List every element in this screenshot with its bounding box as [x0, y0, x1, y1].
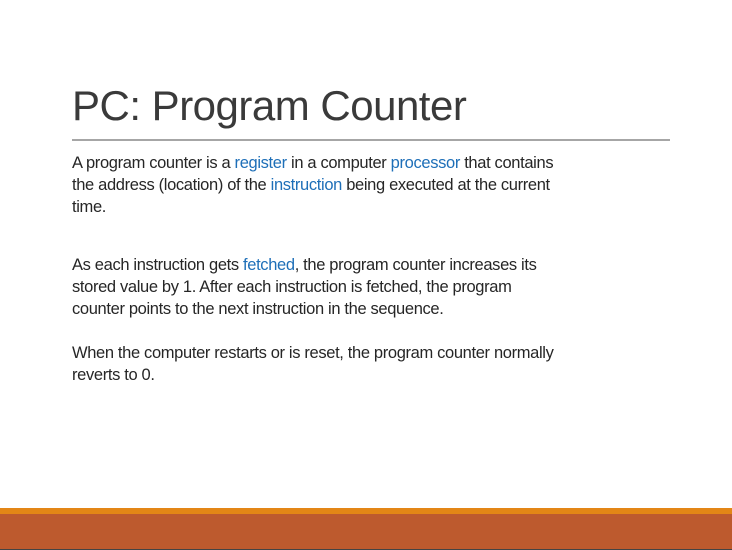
text-line: A program counter is a register in a com…	[72, 152, 554, 174]
link-fetched[interactable]: fetched	[243, 256, 295, 274]
text-segment: When the computer restarts or is reset, …	[72, 344, 554, 362]
text-line: reverts to 0.	[72, 364, 554, 386]
footer-band	[0, 514, 732, 549]
slide-title: PC: Program Counter	[72, 82, 467, 129]
text-segment: the address (location) of the	[72, 176, 271, 194]
text-line: stored value by 1. After each instructio…	[72, 276, 537, 298]
text-segment: in a computer	[286, 154, 391, 172]
text-segment: time.	[72, 198, 107, 216]
text-segment: counter points to the next instruction i…	[72, 300, 444, 318]
text-segment: As each instruction gets	[72, 256, 244, 274]
text-segment: that contains	[459, 154, 554, 172]
paragraph-reset: When the computer restarts or is reset, …	[72, 342, 554, 386]
text-line: the address (location) of the instructio…	[72, 174, 553, 196]
text-line: time.	[72, 196, 553, 218]
text-segment: being executed at the current	[341, 176, 550, 194]
text-segment: stored value by 1. After each instructio…	[72, 278, 512, 296]
text-line: When the computer restarts or is reset, …	[72, 342, 554, 364]
paragraph-fetch: As each instruction gets fetched, the pr…	[72, 254, 537, 320]
link-processor[interactable]: processor	[391, 154, 461, 172]
text-segment: reverts to 0.	[72, 366, 155, 384]
link-instruction[interactable]: instruction	[271, 176, 343, 194]
link-register[interactable]: register	[235, 154, 288, 172]
text-segment: A program counter is a	[72, 154, 235, 172]
title-divider	[72, 139, 670, 141]
paragraph-definition: A program counter is a register in a com…	[72, 152, 554, 218]
text-line: As each instruction gets fetched, the pr…	[72, 254, 537, 276]
text-line: counter points to the next instruction i…	[72, 298, 537, 320]
text-segment: , the program counter increases its	[294, 256, 537, 274]
